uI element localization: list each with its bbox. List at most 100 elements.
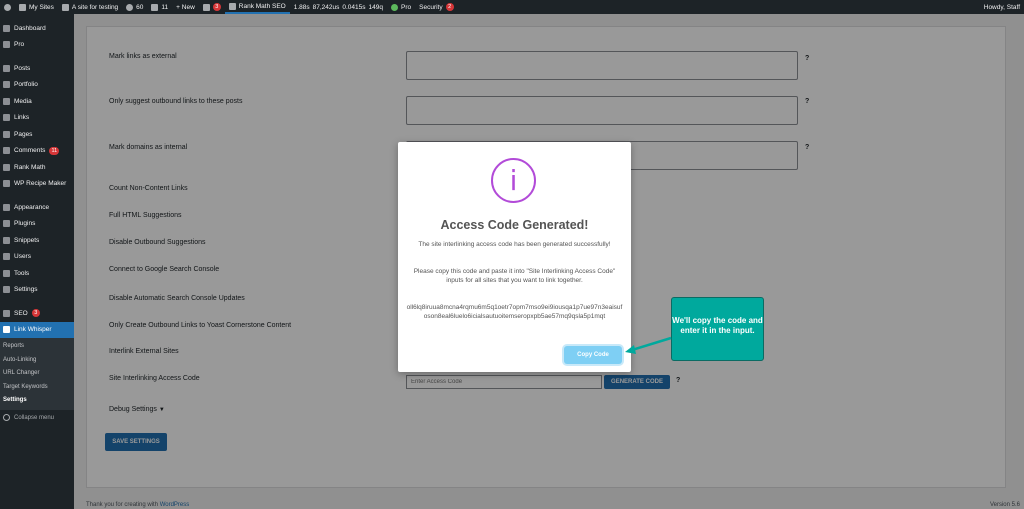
submenu-auto-linking[interactable]: Auto-Linking — [0, 354, 74, 368]
pro-label: Pro — [401, 3, 412, 11]
admin-bar: My Sites A site for testing 60 11 + New … — [0, 0, 1024, 14]
submenu-target-keywords[interactable]: Target Keywords — [0, 381, 74, 395]
sidebar-item-label: Pro — [14, 41, 25, 49]
new-content-menu[interactable]: + New — [172, 0, 199, 14]
sidebar-item-label: SEO — [14, 309, 28, 317]
collapse-menu-button[interactable]: Collapse menu — [0, 410, 74, 426]
sidebar-item-media[interactable]: Media — [0, 93, 74, 110]
sidebar-item-comments[interactable]: Comments 11 — [0, 143, 74, 160]
account-menu[interactable]: Howdy, Staff — [980, 0, 1024, 14]
comments-menu[interactable]: 11 — [147, 0, 172, 14]
pro-menu[interactable]: Pro — [387, 0, 415, 14]
collapse-label: Collapse menu — [14, 414, 55, 421]
rank-math-label: Rank Math SEO — [238, 2, 286, 10]
rank-math-menu[interactable]: Rank Math SEO — [224, 0, 290, 14]
yoast-icon — [202, 3, 210, 11]
modal-success-text: The site interlinking access code has be… — [418, 241, 611, 248]
home-icon — [61, 3, 69, 11]
sidebar-item-link-whisper[interactable]: Link Whisper — [0, 321, 74, 338]
sidebar-item-portfolio[interactable]: Portfolio — [0, 77, 74, 94]
submenu-settings[interactable]: Settings — [0, 394, 74, 408]
query-monitor-menu[interactable]: 1.88s 87,242us 0.0415s 149q — [290, 0, 387, 14]
tutorial-callout: We'll copy the code and enter it in the … — [671, 297, 764, 361]
users-icon — [3, 253, 10, 261]
new-label: + New — [176, 3, 195, 11]
sidebar-item-posts[interactable]: Posts — [0, 60, 74, 77]
sidebar-item-wp-recipe-maker[interactable]: WP Recipe Maker — [0, 176, 74, 193]
sidebar-item-pages[interactable]: Pages — [0, 126, 74, 143]
sidebar-item-label: Users — [14, 253, 31, 261]
perf-time: 1.88s — [293, 3, 310, 11]
tools-icon — [3, 269, 10, 277]
appearance-icon — [3, 203, 10, 211]
sidebar-item-label: Links — [14, 114, 30, 122]
sidebar-item-label: Dashboard — [14, 24, 46, 32]
updates-menu[interactable]: 60 — [122, 0, 147, 14]
submenu-url-changer[interactable]: URL Changer — [0, 367, 74, 381]
sidebar-item-users[interactable]: Users — [0, 249, 74, 266]
site-name-menu[interactable]: A site for testing — [58, 0, 122, 14]
rank-math-icon — [3, 163, 10, 171]
modal-instructions-text: Please copy this code and paste it into … — [413, 268, 616, 284]
sidebar-item-snippets[interactable]: Snippets — [0, 232, 74, 249]
sidebar-item-label: Snippets — [14, 236, 40, 244]
pro-icon — [3, 41, 10, 49]
plugins-icon — [3, 220, 10, 228]
snippets-icon — [3, 236, 10, 244]
settings-icon — [3, 286, 10, 294]
sidebar-item-appearance[interactable]: Appearance — [0, 199, 74, 216]
sidebar-item-label: Pages — [14, 130, 33, 138]
link-whisper-icon — [3, 326, 10, 334]
admin-sidebar: Dashboard Pro Posts Portfolio Media Link… — [0, 14, 74, 509]
sidebar-item-rank-math[interactable]: Rank Math — [0, 159, 74, 176]
sidebar-item-label: Rank Math — [14, 163, 46, 171]
security-menu[interactable]: Security 2 — [415, 0, 457, 14]
dashboard-icon — [3, 24, 10, 32]
perf-db-time: 0.0415s — [342, 3, 366, 11]
sidebar-item-label: WP Recipe Maker — [14, 180, 67, 188]
generated-access-code[interactable]: oll6lq8iruua8mcna4rqmu6m5q1oetr7opm7mso9… — [406, 303, 623, 321]
comments-badge: 11 — [49, 146, 60, 155]
modal-title: Access Code Generated! — [440, 218, 589, 232]
sidebar-item-label: Link Whisper — [14, 326, 52, 334]
my-sites-menu[interactable]: My Sites — [15, 0, 58, 14]
site-name-label: A site for testing — [71, 3, 119, 11]
submenu-reports[interactable]: Reports — [0, 340, 74, 354]
collapse-icon — [3, 414, 10, 421]
yoast-badge: 3 — [212, 3, 221, 11]
portfolio-icon — [3, 81, 10, 89]
access-code-modal: i Access Code Generated! The site interl… — [398, 142, 631, 372]
sites-icon — [19, 3, 26, 11]
yoast-menu[interactable]: 3 — [199, 0, 225, 14]
updates-count: 60 — [136, 3, 144, 11]
pro-icon — [391, 3, 398, 11]
sidebar-item-label: Media — [14, 97, 32, 105]
sidebar-item-pro[interactable]: Pro — [0, 37, 74, 54]
sidebar-item-settings[interactable]: Settings — [0, 282, 74, 299]
sidebar-item-label: Plugins — [14, 220, 36, 228]
sidebar-item-label: Tools — [14, 269, 30, 277]
updates-icon — [126, 3, 134, 11]
sidebar-item-label: Appearance — [14, 203, 50, 211]
perf-memory: 87,242us — [312, 3, 340, 11]
seo-icon — [3, 309, 10, 317]
sidebar-item-seo[interactable]: SEO 3 — [0, 305, 74, 322]
sidebar-item-label: Settings — [14, 286, 38, 294]
perf-queries: 149q — [368, 3, 383, 11]
sidebar-item-dashboard[interactable]: Dashboard — [0, 20, 74, 37]
link-whisper-submenu: Reports Auto-Linking URL Changer Target … — [0, 338, 74, 410]
comment-icon — [151, 3, 159, 11]
sidebar-item-links[interactable]: Links — [0, 110, 74, 127]
howdy-label: Howdy, Staff — [983, 3, 1020, 11]
rank-math-icon — [228, 2, 236, 10]
media-icon — [3, 97, 10, 105]
wordpress-logo[interactable] — [0, 0, 15, 14]
sidebar-item-tools[interactable]: Tools — [0, 265, 74, 282]
comments-icon — [3, 147, 10, 155]
comments-count: 11 — [161, 3, 169, 11]
security-badge: 2 — [445, 3, 454, 11]
copy-code-button[interactable]: Copy Code — [564, 346, 622, 364]
links-icon — [3, 114, 10, 122]
sidebar-item-label: Comments — [14, 147, 46, 155]
sidebar-item-plugins[interactable]: Plugins — [0, 216, 74, 233]
